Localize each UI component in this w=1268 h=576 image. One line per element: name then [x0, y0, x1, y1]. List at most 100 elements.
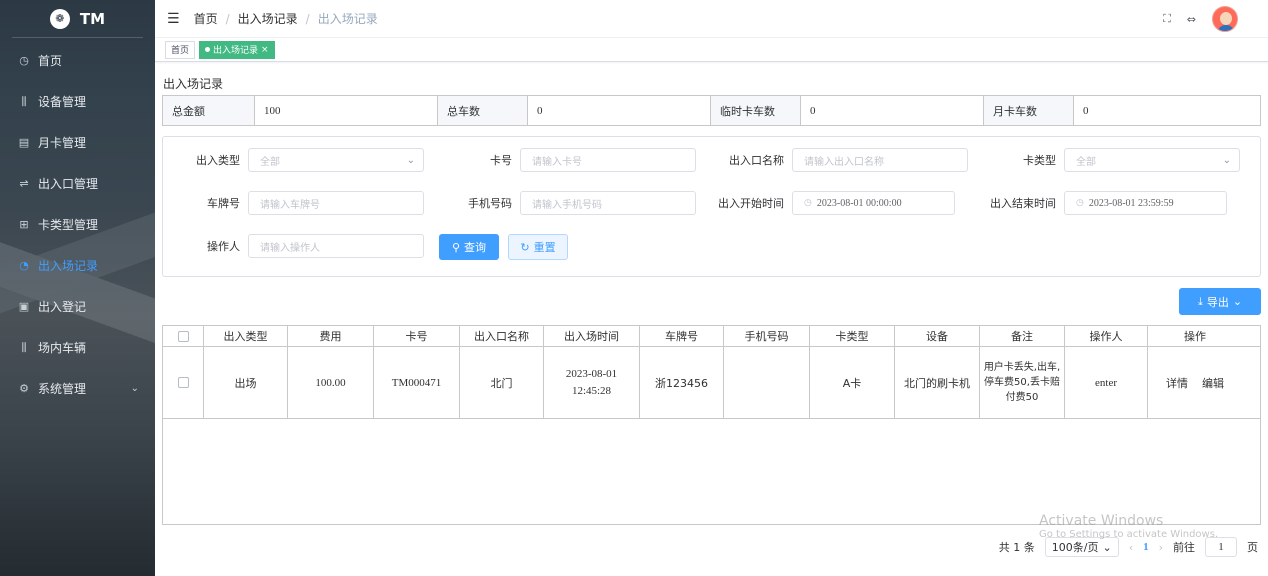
prev-page-button[interactable]: ‹	[1129, 541, 1133, 554]
column-header: 设备	[895, 326, 980, 346]
reset-button[interactable]: ↻ 重置	[508, 234, 568, 260]
app-name: TM	[79, 9, 106, 28]
field-in-out-type: 出入类型 全部 ⌄	[163, 148, 424, 172]
app-logo[interactable]: ❁ TM	[12, 0, 143, 38]
operator-input[interactable]: 请输入操作人	[248, 234, 424, 258]
card-type-label: 卡类型	[1023, 154, 1056, 167]
pagination: 共 1 条 100条/页 ⌄ ‹ 1 › 前往 1 页	[999, 537, 1258, 557]
cell-device: 北门的刷卡机	[895, 347, 980, 418]
sidebar-item-register[interactable]: ▣ 出入登记	[0, 286, 155, 327]
cell-gate: 北门	[460, 347, 544, 418]
column-header: 车牌号	[640, 326, 724, 346]
in-out-type-select[interactable]: 全部 ⌄	[248, 148, 424, 172]
breadcrumb-home[interactable]: 首页	[194, 10, 218, 27]
breadcrumb: 首页 / 出入场记录 / 出入场记录	[194, 10, 378, 27]
user-avatar[interactable]	[1212, 6, 1238, 32]
header-select-all	[163, 326, 204, 346]
breadcrumb-parent[interactable]: 出入场记录	[238, 10, 298, 27]
active-dot-icon	[205, 47, 211, 52]
field-card-type: 卡类型 全部 ⌄	[979, 148, 1240, 172]
plate-placeholder: 请输入车牌号	[260, 199, 320, 211]
chevron-down-icon: ⌄	[1222, 154, 1231, 166]
end-time-picker[interactable]: ◷ 2023-08-01 23:59:59	[1064, 191, 1227, 215]
summary-label-total-cars: 总车数	[438, 96, 528, 125]
tag-records[interactable]: 出入场记录 ×	[199, 40, 275, 59]
export-label: 导出	[1206, 295, 1229, 309]
column-header: 卡类型	[810, 326, 895, 346]
sidebar: ❁ TM ◷ 首页 ⫼ 设备管理 ▤ 月卡管理 ⇌ 出入口管理 ⊞ 卡类型管理 ◔ 出入场记…	[0, 0, 155, 576]
goto-page-input[interactable]: 1	[1205, 537, 1237, 557]
detail-link[interactable]: 详情	[1166, 375, 1188, 391]
sidebar-item-label: 系统管理	[38, 382, 87, 396]
sidebar-item-records[interactable]: ◔ 出入场记录	[0, 245, 155, 286]
card-no-input[interactable]: 请输入卡号	[520, 148, 696, 172]
page-size-select[interactable]: 100条/页 ⌄	[1044, 537, 1119, 557]
card-type-select[interactable]: 全部 ⌄	[1064, 148, 1240, 172]
tag-label: 出入场记录	[213, 46, 259, 56]
phone-input[interactable]: 请输入手机号码	[520, 191, 696, 215]
column-header: 卡号	[374, 326, 460, 346]
operator-placeholder: 请输入操作人	[260, 242, 320, 254]
fullscreen-icon[interactable]: ⛶	[1163, 12, 1171, 26]
gate-name-placeholder: 请输入出入口名称	[804, 156, 884, 168]
menu-toggle-icon[interactable]: ☰	[167, 11, 180, 27]
sidebar-item-system[interactable]: ⚙ 系统管理 ⌄	[0, 368, 155, 409]
sidebar-item-label: 月卡管理	[38, 136, 87, 150]
cell-actions: 详情 编辑	[1148, 347, 1242, 418]
chevron-down-icon: ⌄	[1102, 540, 1112, 554]
sidebar-item-monthly-card[interactable]: ▤ 月卡管理	[0, 122, 155, 163]
select-all-checkbox[interactable]	[177, 330, 189, 342]
gate-name-input[interactable]: 请输入出入口名称	[792, 148, 968, 172]
current-page[interactable]: 1	[1143, 541, 1149, 553]
avatar-body	[1217, 25, 1235, 31]
close-icon[interactable]: ×	[261, 45, 269, 55]
query-label: 查询	[464, 241, 487, 254]
column-header: 费用	[288, 326, 374, 346]
card-no-placeholder: 请输入卡号	[532, 156, 582, 168]
tags-view: 首页 出入场记录 ×	[155, 38, 1268, 62]
plate-input[interactable]: 请输入车牌号	[248, 191, 424, 215]
grid-icon: ⊞	[19, 218, 29, 231]
cell-operator: enter	[1065, 347, 1148, 418]
goto-suffix: 页	[1247, 541, 1258, 554]
records-table: 出入类型 费用 卡号 出入口名称 出入场时间 车牌号 手机号码 卡类型 设备 备…	[162, 325, 1261, 525]
query-button[interactable]: ⚲ 查询	[439, 234, 499, 260]
chart-bars-icon: ⫼	[21, 340, 27, 354]
sidebar-item-label: 出入口管理	[38, 177, 99, 191]
id-card-icon: ▣	[18, 300, 30, 313]
sidebar-item-home[interactable]: ◷ 首页	[0, 40, 155, 81]
end-time-value: 2023-08-01 23:59:59	[1088, 197, 1174, 209]
start-time-picker[interactable]: ◷ 2023-08-01 00:00:00	[792, 191, 955, 215]
phone-placeholder: 请输入手机号码	[532, 199, 602, 211]
clock-icon: ◷	[804, 198, 812, 208]
next-page-button[interactable]: ›	[1159, 541, 1163, 554]
sidebar-item-card-type[interactable]: ⊞ 卡类型管理	[0, 204, 155, 245]
tag-home[interactable]: 首页	[165, 40, 196, 59]
card-icon: ▤	[18, 136, 30, 149]
sidebar-item-device[interactable]: ⫼ 设备管理	[0, 81, 155, 122]
sidebar-item-label: 场内车辆	[38, 341, 87, 355]
in-out-type-value: 全部	[260, 156, 280, 168]
cell-time: 2023-08-01 12:45:28	[544, 347, 640, 418]
field-end-time: 出入结束时间 ◷ 2023-08-01 23:59:59	[979, 191, 1227, 215]
sidebar-item-vehicles[interactable]: ⫼ 场内车辆	[0, 327, 155, 368]
sidebar-item-gate[interactable]: ⇌ 出入口管理	[0, 163, 155, 204]
sidebar-item-label: 首页	[38, 54, 63, 68]
operator-label: 操作人	[207, 240, 240, 253]
export-button[interactable]: ⤓ 导出 ⌄	[1179, 288, 1261, 315]
cell-type: 出场	[204, 347, 288, 418]
summary-value-total-amount: 100	[255, 96, 438, 125]
row-checkbox[interactable]	[177, 377, 189, 388]
edit-link[interactable]: 编辑	[1202, 375, 1224, 391]
summary-label-total-amount: 总金额	[163, 96, 255, 125]
column-header: 出入场时间	[544, 326, 640, 346]
breadcrumb-separator: /	[225, 11, 230, 26]
field-plate: 车牌号 请输入车牌号	[163, 191, 424, 215]
navbar: ☰ 首页 / 出入场记录 / 出入场记录 ⛶ ⇔	[155, 0, 1268, 38]
column-header: 出入类型	[204, 326, 288, 346]
cell-plate: 浙123456	[640, 347, 724, 418]
size-select-icon[interactable]: ⇔	[1187, 13, 1196, 26]
summary-value-total-cars: 0	[528, 96, 711, 125]
summary-label-monthly-cars: 月卡车数	[984, 96, 1074, 125]
column-header: 手机号码	[724, 326, 810, 346]
